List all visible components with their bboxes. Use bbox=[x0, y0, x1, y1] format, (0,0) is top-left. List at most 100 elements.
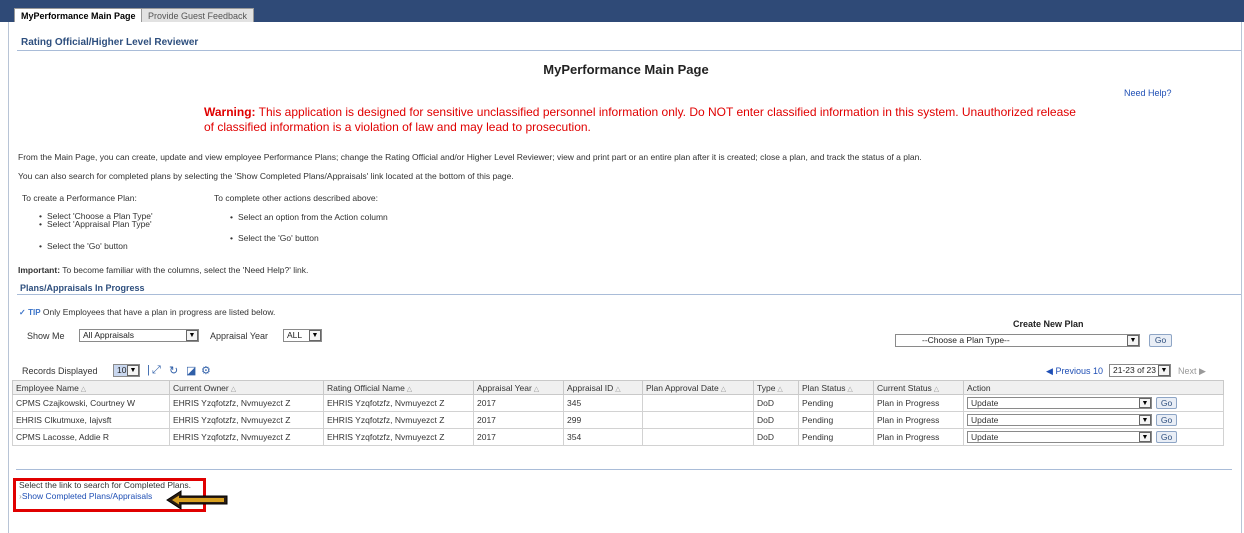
cell-appraisal-id: 345 bbox=[563, 394, 643, 412]
other-instructions-heading: To complete other actions described abov… bbox=[214, 193, 378, 203]
cell-current-owner: EHRIS Yzqfotzfz, Nvmuyezct Z bbox=[169, 428, 324, 446]
expand-icon[interactable]: ⤢ bbox=[152, 364, 161, 377]
warning-message: Warning: This application is designed fo… bbox=[204, 105, 1084, 135]
tab-main-page[interactable]: MyPerformance Main Page bbox=[14, 8, 143, 22]
content-frame: Rating Official/Higher Level Reviewer My… bbox=[8, 22, 1242, 533]
chevron-down-icon: ▼ bbox=[1158, 365, 1170, 376]
cell-plan-status: Pending bbox=[798, 428, 874, 446]
col-current-status[interactable]: Current Status bbox=[873, 380, 964, 395]
col-appraisal-id[interactable]: Appraisal ID bbox=[563, 380, 643, 395]
action-select[interactable]: Update ▼ bbox=[967, 414, 1152, 426]
pager-range-value: 21-23 of 23 bbox=[1113, 365, 1157, 375]
cell-appraisal-year: 2017 bbox=[473, 411, 564, 429]
cell-current-owner: EHRIS Yzqfotzfz, Nvmuyezct Z bbox=[169, 394, 324, 412]
pager-previous[interactable]: ◀ Previous 10 bbox=[1046, 366, 1103, 377]
previous-label: Previous 10 bbox=[1055, 366, 1103, 376]
important-text: To become familiar with the columns, sel… bbox=[60, 265, 309, 275]
col-plan-status[interactable]: Plan Status bbox=[798, 380, 874, 395]
tip-icon: ✓ bbox=[19, 308, 26, 317]
col-current-owner[interactable]: Current Owner bbox=[169, 380, 324, 395]
cell-appraisal-year: 2017 bbox=[473, 394, 564, 412]
col-action: Action bbox=[963, 380, 1224, 395]
chevron-down-icon: ▼ bbox=[1139, 415, 1151, 425]
plans-table: Employee Name Current Owner Rating Offic… bbox=[12, 380, 1224, 446]
cell-type: DoD bbox=[753, 394, 799, 412]
cell-rating-official: EHRIS Yzqfotzfz, Nvmuyezct Z bbox=[323, 411, 474, 429]
action-value: Update bbox=[971, 432, 999, 442]
warning-label: Warning: bbox=[204, 105, 256, 119]
cell-current-status: Plan in Progress bbox=[873, 394, 964, 412]
show-completed-label: Show Completed Plans/Appraisals bbox=[21, 491, 153, 501]
col-plan-approval-date[interactable]: Plan Approval Date bbox=[642, 380, 754, 395]
important-note: Important: To become familiar with the c… bbox=[18, 265, 308, 275]
tab-guest-feedback[interactable]: Provide Guest Feedback bbox=[141, 8, 255, 22]
important-label: Important: bbox=[18, 265, 61, 275]
table-header-row: Employee Name Current Owner Rating Offic… bbox=[12, 380, 1224, 395]
pager-range-select[interactable]: 21-23 of 23 ▼ bbox=[1109, 364, 1171, 377]
chevron-down-icon: ▼ bbox=[186, 330, 198, 341]
table-row: CPMS Lacosse, Addie R EHRIS Yzqfotzfz, N… bbox=[12, 428, 1224, 446]
cell-rating-official: EHRIS Yzqfotzfz, Nvmuyezct Z bbox=[323, 394, 474, 412]
create-step-2: Select 'Appraisal Plan Type' bbox=[39, 219, 152, 229]
section-title: Plans/Appraisals In Progress bbox=[20, 283, 145, 293]
cell-type: DoD bbox=[753, 428, 799, 446]
divider bbox=[17, 50, 1241, 51]
cell-plan-status: Pending bbox=[798, 394, 874, 412]
row-go-button[interactable]: Go bbox=[1156, 431, 1177, 443]
cell-action: Update ▼ Go bbox=[963, 411, 1224, 429]
cell-action: Update ▼ Go bbox=[963, 428, 1224, 446]
row-go-button[interactable]: Go bbox=[1156, 414, 1177, 426]
create-instructions-heading: To create a Performance Plan: bbox=[22, 193, 137, 203]
tip-text: Only Employees that have a plan in progr… bbox=[40, 307, 276, 317]
cell-current-status: Plan in Progress bbox=[873, 411, 964, 429]
cell-rating-official: EHRIS Yzqfotzfz, Nvmuyezct Z bbox=[323, 428, 474, 446]
chevron-down-icon: ▼ bbox=[127, 365, 139, 376]
action-select[interactable]: Update ▼ bbox=[967, 397, 1152, 409]
cell-plan-status: Pending bbox=[798, 411, 874, 429]
region-title: Rating Official/Higher Level Reviewer bbox=[21, 37, 199, 48]
cell-appraisal-id: 299 bbox=[563, 411, 643, 429]
plan-type-select[interactable]: --Choose a Plan Type-- ▼ bbox=[895, 334, 1140, 347]
export-icon[interactable]: ◪ bbox=[186, 364, 196, 377]
table-row: EHRIS Clkutmuxe, Iajvsft EHRIS Yzqfotzfz… bbox=[12, 411, 1224, 429]
arrow-pointer-icon bbox=[166, 490, 228, 510]
appraisal-year-select[interactable]: ALL ▼ bbox=[283, 329, 322, 342]
need-help-link[interactable]: Need Help? bbox=[1124, 88, 1172, 98]
chevron-down-icon: ▼ bbox=[309, 330, 321, 341]
records-displayed-label: Records Displayed bbox=[22, 366, 98, 376]
gear-icon[interactable]: ⚙ bbox=[201, 364, 211, 377]
appraisal-year-label: Appraisal Year bbox=[210, 331, 269, 341]
pager-next[interactable]: Next ▶ bbox=[1178, 366, 1206, 377]
cell-action: Update ▼ Go bbox=[963, 394, 1224, 412]
show-me-value: All Appraisals bbox=[83, 330, 135, 340]
show-me-select[interactable]: All Appraisals ▼ bbox=[79, 329, 199, 342]
cell-current-owner: EHRIS Yzqfotzfz, Nvmuyezct Z bbox=[169, 411, 324, 429]
col-rating-official[interactable]: Rating Official Name bbox=[323, 380, 474, 395]
records-displayed-select[interactable]: 10 ▼ bbox=[113, 364, 140, 377]
create-plan-go-button[interactable]: Go bbox=[1149, 334, 1172, 347]
records-value: 10 bbox=[117, 365, 127, 375]
action-value: Update bbox=[971, 415, 999, 425]
page-title: MyPerformance Main Page bbox=[543, 62, 709, 77]
action-select[interactable]: Update ▼ bbox=[967, 431, 1152, 443]
col-appraisal-year[interactable]: Appraisal Year bbox=[473, 380, 564, 395]
previous-icon: ◀ bbox=[1046, 366, 1053, 376]
create-step-3: Select the 'Go' button bbox=[39, 241, 128, 251]
col-type[interactable]: Type bbox=[753, 380, 799, 395]
cell-employee-name: EHRIS Clkutmuxe, Iajvsft bbox=[12, 411, 170, 429]
cell-employee-name: CPMS Lacosse, Addie R bbox=[12, 428, 170, 446]
cell-appraisal-year: 2017 bbox=[473, 428, 564, 446]
show-me-label: Show Me bbox=[27, 331, 65, 341]
show-completed-plans-link[interactable]: ›Show Completed Plans/Appraisals bbox=[19, 491, 152, 501]
cell-appraisal-id: 354 bbox=[563, 428, 643, 446]
cell-current-status: Plan in Progress bbox=[873, 428, 964, 446]
cell-plan-approval-date bbox=[642, 411, 754, 429]
col-employee-name[interactable]: Employee Name bbox=[12, 380, 170, 395]
section-divider bbox=[17, 294, 1241, 295]
intro-paragraph: From the Main Page, you can create, upda… bbox=[18, 152, 922, 162]
refresh-icon[interactable]: ↻ bbox=[169, 364, 178, 377]
chevron-down-icon: ▼ bbox=[1127, 335, 1139, 346]
appraisal-year-value: ALL bbox=[287, 330, 303, 340]
other-step-1: Select an option from the Action column bbox=[230, 212, 388, 222]
row-go-button[interactable]: Go bbox=[1156, 397, 1177, 409]
